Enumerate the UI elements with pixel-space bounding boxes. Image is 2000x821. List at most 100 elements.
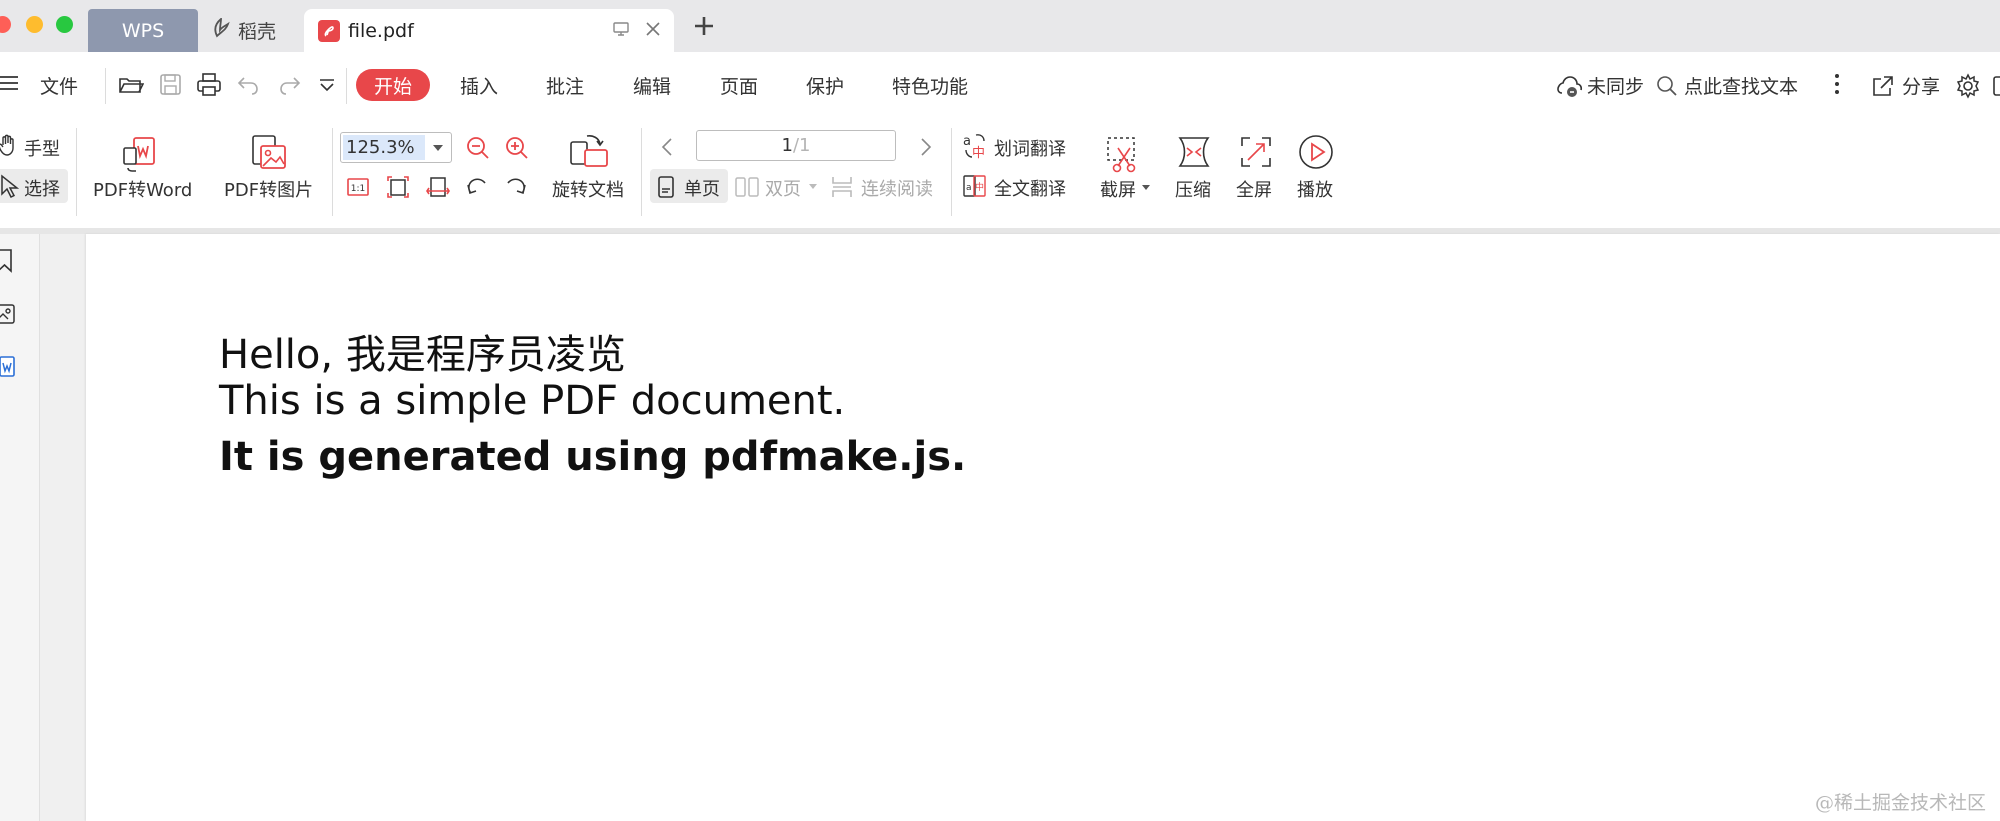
word-translate-icon[interactable]: a中 <box>962 132 988 161</box>
settings-gear-icon[interactable] <box>1955 73 1981 99</box>
pdf-to-image-icon[interactable] <box>249 132 291 174</box>
share-icon[interactable] <box>1870 73 1896 99</box>
fit-page-icon[interactable] <box>386 175 410 199</box>
rotate-right-icon[interactable] <box>504 175 528 199</box>
divider <box>76 128 77 216</box>
tab-wps[interactable]: WPS <box>88 9 198 52</box>
menu-tab-special[interactable]: 特色功能 <box>892 72 968 99</box>
monitor-icon[interactable] <box>612 20 630 43</box>
hand-tool-label[interactable]: 手型 <box>24 135 60 161</box>
double-page-icon[interactable] <box>734 175 759 199</box>
pdf-to-image-button[interactable]: PDF转图片 <box>224 176 313 202</box>
continuous-read-button[interactable]: 连续阅读 <box>861 175 933 201</box>
svg-text:a: a <box>963 134 971 149</box>
save-icon[interactable] <box>158 72 184 98</box>
rotate-left-icon[interactable] <box>465 175 489 199</box>
tab-daoke[interactable]: 稻壳 <box>200 9 300 52</box>
page-number-input[interactable]: 1/1 <box>696 130 896 161</box>
maximize-window-button[interactable] <box>56 16 73 33</box>
undo-icon[interactable] <box>236 72 262 98</box>
pdf-to-word-button[interactable]: PDF转Word <box>93 176 192 202</box>
tab-file-pdf[interactable]: file.pdf <box>304 9 674 52</box>
more-options-icon[interactable] <box>1827 72 1853 98</box>
menu-tab-annotate[interactable]: 批注 <box>546 72 584 99</box>
svg-text:中: 中 <box>975 181 984 193</box>
menu-tab-protect[interactable]: 保护 <box>806 72 844 99</box>
divider <box>641 128 642 216</box>
menu-tab-start[interactable]: 开始 <box>356 69 431 101</box>
prev-page-icon[interactable] <box>656 135 680 159</box>
single-page-button[interactable]: 单页 <box>684 175 720 201</box>
ribbon-toolbar: 手型 选择 PDF转Word PDF转图片 125.3% 1:1 旋转文档 1/… <box>0 118 2000 228</box>
divider <box>951 128 952 216</box>
pdf-page: Hello, 我是程序员凌览 This is a simple PDF docu… <box>86 234 2000 821</box>
pdf-file-icon <box>318 19 340 42</box>
play-icon[interactable] <box>1296 132 1336 174</box>
word-translate-button[interactable]: 划词翻译 <box>994 135 1066 161</box>
redo-icon[interactable] <box>276 72 302 98</box>
fullscreen-button[interactable]: 全屏 <box>1236 176 1272 202</box>
next-page-icon[interactable] <box>913 135 937 159</box>
new-tab-icon[interactable] <box>690 12 718 40</box>
left-sidebar <box>0 234 40 821</box>
search-icon[interactable] <box>1655 74 1681 100</box>
play-button[interactable]: 播放 <box>1297 176 1333 202</box>
compress-icon[interactable] <box>1174 132 1214 174</box>
double-page-button[interactable]: 双页 <box>765 175 801 201</box>
share-button[interactable]: 分享 <box>1902 72 1940 99</box>
tab-wps-label: WPS <box>121 19 165 42</box>
menu-file[interactable]: 文件 <box>40 72 78 99</box>
quick-access-dropdown-icon[interactable] <box>316 74 342 100</box>
convert-word-icon[interactable] <box>0 354 18 384</box>
screenshot-button[interactable]: 截屏 <box>1100 176 1136 202</box>
menu-tab-insert[interactable]: 插入 <box>460 72 498 99</box>
zoom-value[interactable]: 125.3% <box>343 135 425 160</box>
fit-width-icon[interactable] <box>426 175 450 199</box>
select-tool-label[interactable]: 选择 <box>24 175 60 201</box>
title-bar: WPS 稻壳 file.pdf <box>0 0 2000 52</box>
divider <box>332 128 333 216</box>
print-icon[interactable] <box>196 72 222 98</box>
divider <box>346 68 347 104</box>
pdf-to-word-icon[interactable] <box>120 132 162 174</box>
close-window-button[interactable] <box>0 16 11 33</box>
full-translate-button[interactable]: 全文翻译 <box>994 175 1066 201</box>
rotate-document-icon[interactable] <box>567 132 609 174</box>
zoom-in-icon[interactable] <box>504 135 528 159</box>
rotate-document-button[interactable]: 旋转文档 <box>552 176 624 202</box>
hand-tool-icon[interactable] <box>0 133 20 157</box>
bookmark-icon[interactable] <box>0 248 16 278</box>
screenshot-dropdown-icon[interactable] <box>1142 185 1150 190</box>
chevron-down-icon[interactable] <box>433 145 443 151</box>
menu-tab-edit[interactable]: 编辑 <box>633 72 671 99</box>
fullscreen-icon[interactable] <box>1236 132 1276 174</box>
panel-icon[interactable] <box>1992 74 2000 100</box>
zoom-out-icon[interactable] <box>465 135 489 159</box>
actual-size-icon[interactable]: 1:1 <box>346 175 370 199</box>
document-line-1: Hello, 我是程序员凌览 <box>219 332 626 378</box>
menu-bar: 文件 开始 插入 批注 编辑 页面 保护 特色功能 未同步 点此查找文本 分享 <box>0 52 2000 118</box>
page-total: /1 <box>792 135 811 156</box>
zoom-select[interactable]: 125.3% <box>340 132 452 163</box>
double-page-dropdown-icon[interactable] <box>809 184 817 189</box>
continuous-read-icon[interactable] <box>830 175 854 199</box>
svg-text:a: a <box>966 183 972 193</box>
watermark: @稀土掘金技术社区 <box>1814 792 1986 814</box>
sync-status[interactable]: 未同步 <box>1587 72 1644 99</box>
tab-daoke-label: 稻壳 <box>238 21 277 43</box>
cloud-sync-icon[interactable] <box>1555 73 1583 99</box>
document-workspace: Hello, 我是程序员凌览 This is a simple PDF docu… <box>0 228 2000 821</box>
full-translate-icon[interactable]: a中 <box>962 172 988 200</box>
svg-text:中: 中 <box>972 146 985 160</box>
find-text-button[interactable]: 点此查找文本 <box>1684 72 1798 99</box>
compress-button[interactable]: 压缩 <box>1175 176 1211 202</box>
hamburger-menu-icon[interactable] <box>0 71 24 97</box>
screenshot-scissors-icon[interactable] <box>1102 132 1142 174</box>
menu-tab-page[interactable]: 页面 <box>720 72 758 99</box>
open-folder-icon[interactable] <box>118 72 145 98</box>
single-page-icon[interactable] <box>654 175 678 199</box>
close-tab-icon[interactable] <box>644 20 662 43</box>
thumbnail-image-icon[interactable] <box>0 302 18 330</box>
select-cursor-icon[interactable] <box>0 174 22 199</box>
minimize-window-button[interactable] <box>26 16 43 33</box>
